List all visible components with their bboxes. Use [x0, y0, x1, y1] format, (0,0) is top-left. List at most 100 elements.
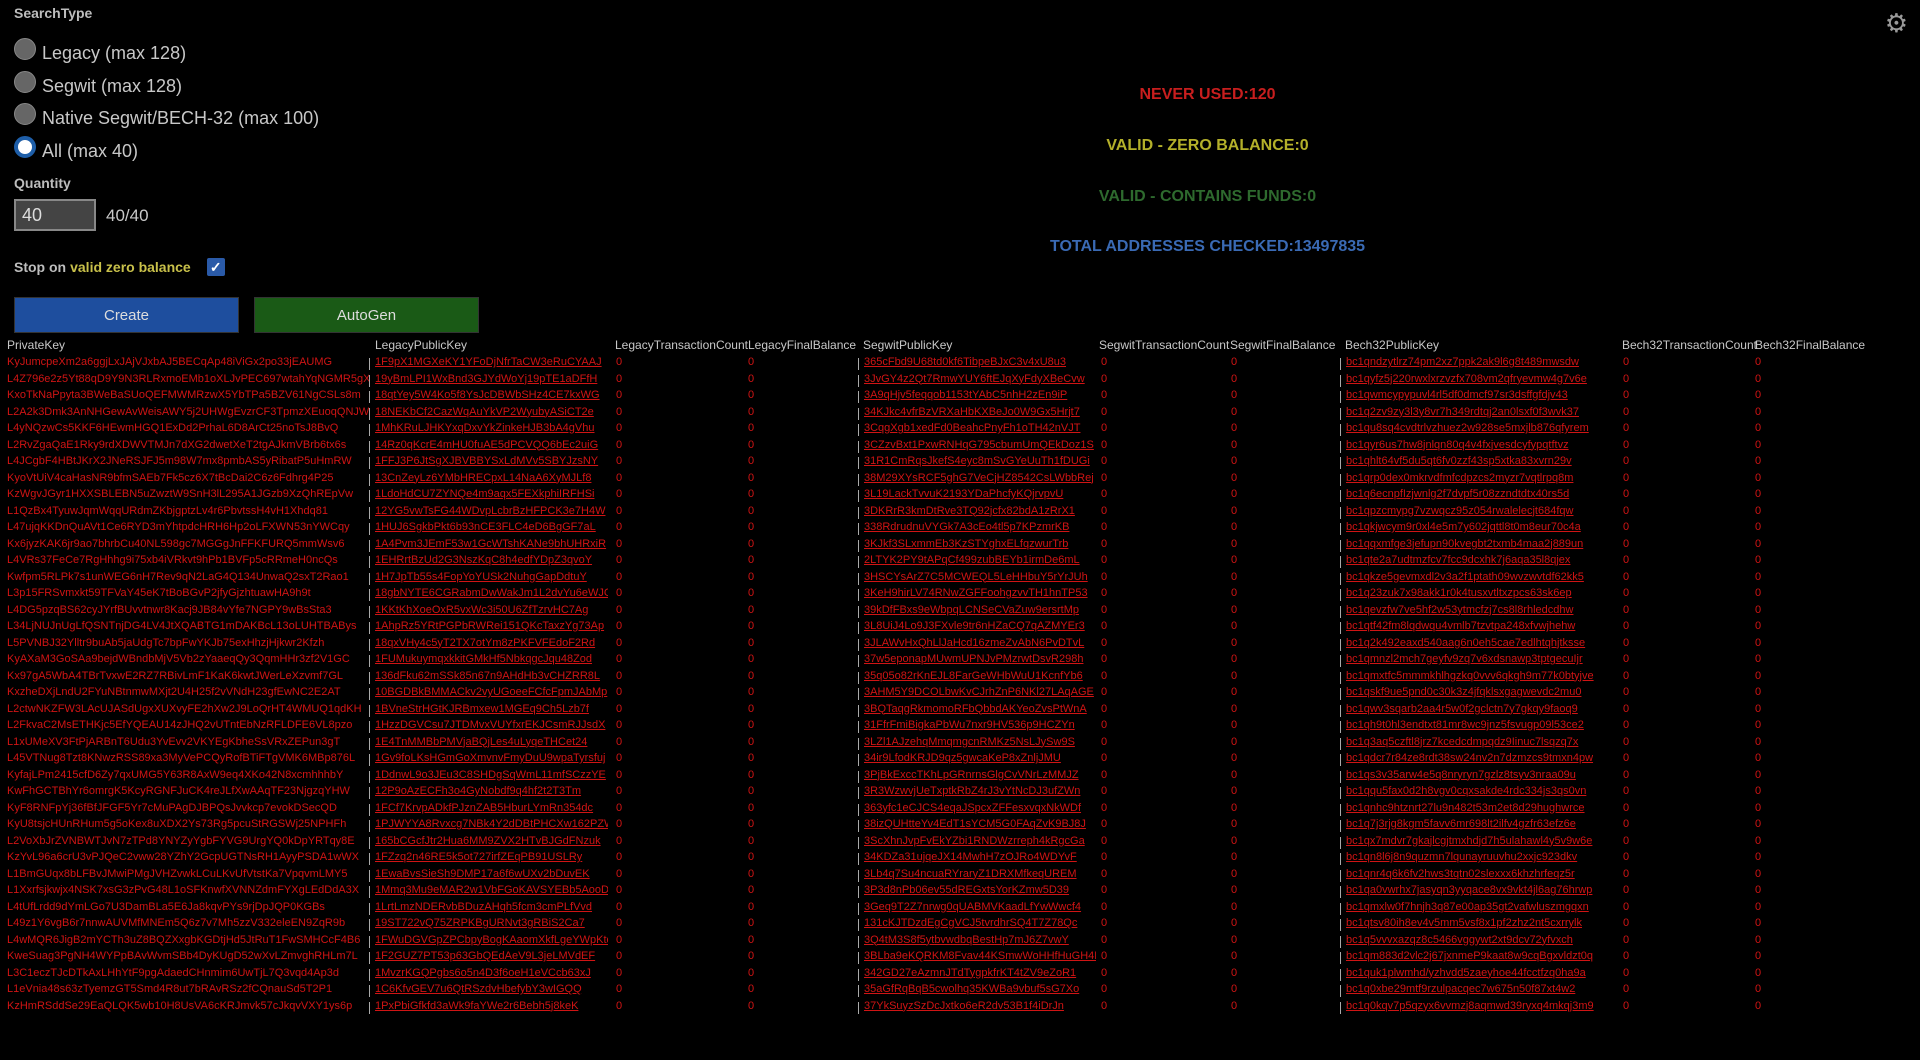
- radio-legacy[interactable]: Legacy (max 128): [14, 38, 186, 68]
- cell-legacy-public-key[interactable]: 18qtYey5W4Ko5f8YsJcDBWbSHz4CE7kxWG: [375, 389, 608, 401]
- create-button[interactable]: Create: [14, 297, 239, 333]
- cell-segwit-public-key[interactable]: 3KeH9hirLV74RNwZGFFoohgzvvTH1hnTP53: [864, 587, 1096, 599]
- cell-legacy-public-key[interactable]: 1PxPbiGfkfd3aWk9faYWe2r6Bebh5j8keK: [375, 1000, 608, 1012]
- cell-legacy-public-key[interactable]: 1FWuDGVGpZPCbpyBogKAaomXkfLgeYWpKtd: [375, 934, 608, 946]
- cell-legacy-public-key[interactable]: 1EHRrtBzUd2G3NszKqC8h4edfYDpZ3qvoY: [375, 554, 608, 566]
- cell-bech32-public-key[interactable]: bc1qdcr7r84ze8rdt38sw24nv2n7dzmzcs9tmxn4…: [1346, 752, 1620, 764]
- cell-segwit-public-key[interactable]: 3R3WzwvjUeTxptkRbZ4rJ3vYtNcDJ3ufZWn: [864, 785, 1096, 797]
- cell-bech32-public-key[interactable]: bc1q7j3rjg8kgm5favv6mr698lt2ilfv4gzfr63e…: [1346, 818, 1620, 830]
- cell-legacy-public-key[interactable]: 1MhKRuLJHKYxqDxvYkZinkeHJB3bA4gVhu: [375, 422, 608, 434]
- cell-bech32-public-key[interactable]: bc1qqu5fax0d2h8vgv0cqxsakde4rdc334js3qs0…: [1346, 785, 1620, 797]
- cell-bech32-public-key[interactable]: bc1q3aq5czftl8jrz7kcedcdmpqdz9Iinuc7lsqz…: [1346, 736, 1620, 748]
- stop-on-checkbox[interactable]: ✓: [206, 258, 225, 276]
- cell-segwit-public-key[interactable]: 2LTYK2PY9tAPqCf499zubBEYb1irmDe6mL: [864, 554, 1096, 566]
- cell-bech32-public-key[interactable]: bc1qwmcypypuvl4rl5df0dmcf97sr3dsffgfdjv4…: [1346, 389, 1620, 401]
- cell-legacy-public-key[interactable]: 136dFku62mSSk85n67n9AHdHb3vCHZRR8L: [375, 670, 608, 682]
- cell-legacy-public-key[interactable]: 1KKtKhXoeOxR5vxWc3i50U6ZfTzrvHC7Ag: [375, 604, 608, 616]
- cell-legacy-public-key[interactable]: 1F9pX1MGXeKY1YFoDjNfrTaCW3eRuCYAAJ: [375, 356, 608, 368]
- cell-legacy-public-key[interactable]: 19yBmLPI1WxBnd3GJYdWoYj19pTE1aDFfH: [375, 373, 608, 385]
- cell-legacy-public-key[interactable]: 1HzzDGVCsu7JTDMvxVUYfxrEKJCsmRJJsdX: [375, 719, 608, 731]
- cell-segwit-public-key[interactable]: 3CqgXgb1xedFd0BeahcPnyFh1oTH42nVJT: [864, 422, 1096, 434]
- cell-legacy-public-key[interactable]: 1MvzrKGQPgbs6o5n4D3f6oeH1eVCcb63xJ: [375, 967, 608, 979]
- cell-legacy-public-key[interactable]: 1FUMukuymqxkkitGMkHf5NbkqgcJqu48Zod: [375, 653, 608, 665]
- cell-segwit-public-key[interactable]: 35aGfRqBqB5cwolhq35KWBa9vbuf5sG7Xo: [864, 983, 1096, 995]
- cell-segwit-public-key[interactable]: 3AHM5Y9DCOLbwKvCJrhZnP6NKl27LAqAGE: [864, 686, 1096, 698]
- autogen-button[interactable]: AutoGen: [254, 297, 479, 333]
- radio-native-segwit-indicator[interactable]: [14, 103, 36, 125]
- cell-segwit-public-key[interactable]: 3Lb4q7Su4ncuaRYraryZ1DRXMfkeqUREM: [864, 868, 1096, 880]
- cell-segwit-public-key[interactable]: 131cKJTDzdEgCgVCJ5tvrdhrSQ4T7Z78Qc: [864, 917, 1096, 929]
- cell-segwit-public-key[interactable]: 34ir9LfodKRJD9qz5gwcaKeP8xZnljJMU: [864, 752, 1096, 764]
- cell-bech32-public-key[interactable]: bc1q2k492eaxd540aag6n0eh5cae7edlhtqhjtks…: [1346, 637, 1620, 649]
- cell-legacy-public-key[interactable]: 1EwaBvsSieSh9DMP17a6f6wUXv2bDuvEK: [375, 868, 608, 880]
- cell-bech32-public-key[interactable]: bc1qa0vwrhx7jasyqn3yyqace8vx9vkt4jl6ag76…: [1346, 884, 1620, 896]
- cell-bech32-public-key[interactable]: bc1qyr6us7hw8jnlqn80q4v4fxjvesdcyfypqtft…: [1346, 439, 1620, 451]
- cell-legacy-public-key[interactable]: 18NEKbCf2CazWqAuYkVP2WyubyASiCT2e: [375, 406, 608, 418]
- cell-bech32-public-key[interactable]: bc1qndzytlrz74pm2xz7ppk2ak9l6g8t489mwsdw: [1346, 356, 1620, 368]
- cell-segwit-public-key[interactable]: 3P3d8nPb06ev55dREGxtsYorKZmw5D39: [864, 884, 1096, 896]
- cell-bech32-public-key[interactable]: bc1qu8sq4cvdtrlvzhuez2w928se5mxjlb876qfy…: [1346, 422, 1620, 434]
- cell-segwit-public-key[interactable]: 3JvGY4z2Qt7RmwYUY6ftEJqXyFdyXBeCvw: [864, 373, 1096, 385]
- cell-segwit-public-key[interactable]: 34KDZa31ujqeJX14MwhH7zOJRo4WDYvF: [864, 851, 1096, 863]
- cell-legacy-public-key[interactable]: 1BVneStrHGtKJRBmxew1MGEq9Ch5Lzb7f: [375, 703, 608, 715]
- cell-bech32-public-key[interactable]: bc1qnr4q6k6fv2hws3tqtn02slexxx6khzhrfeqz…: [1346, 868, 1620, 880]
- radio-native-segwit[interactable]: Native Segwit/BECH-32 (max 100): [14, 103, 319, 133]
- cell-legacy-public-key[interactable]: 1AhpRz5YRtPGPbRWRei151QKcTaxzYg73Ap: [375, 620, 608, 632]
- cell-legacy-public-key[interactable]: 1C6KfvGEV7u6QtRSzdvHbefybY3wIGQQ: [375, 983, 608, 995]
- cell-bech32-public-key[interactable]: bc1qx7mdvr7gkajlcgjtmxhdjd7h5ulahawl4y5v…: [1346, 835, 1620, 847]
- cell-bech32-public-key[interactable]: bc1qpzcmypg7vzwqcz95z054rwalelecjt684fqw: [1346, 505, 1620, 517]
- cell-bech32-public-key[interactable]: bc1qqxmfge3jefupn90kvegbt2txmb4maa2j889u…: [1346, 538, 1620, 550]
- cell-segwit-public-key[interactable]: 31R1CmRqsJkefS4eyc8mSvGYeUuTh1fDUGi: [864, 455, 1096, 467]
- cell-segwit-public-key[interactable]: 342GD27eAzmnJTdTygpkfrKT4tZV9eZoR1: [864, 967, 1096, 979]
- cell-bech32-public-key[interactable]: bc1qn8l6j8n9quzmn7lqunayruuvhu2xxjc923dk…: [1346, 851, 1620, 863]
- cell-segwit-public-key[interactable]: 3L8UiJ4Lo9J3FXvle9tr6nHZaCQ7qAZMYEr3: [864, 620, 1096, 632]
- cell-bech32-public-key[interactable]: bc1qtsv80ih8ev4v5mm5vsf8x1pf2zhz2nt5cxrr…: [1346, 917, 1620, 929]
- cell-legacy-public-key[interactable]: 1Gv9foLKsHGmGoXmvnvFmyDuU9wpaTyrsfuj: [375, 752, 608, 764]
- cell-bech32-public-key[interactable]: bc1qrp0dex0mkrvdfmfcdpzcs2myzr7vqtlrpq8m: [1346, 472, 1620, 484]
- cell-segwit-public-key[interactable]: 34KJkc4vfrBzVRXaHbKXBeJo0W9Gx5Hrjt7: [864, 406, 1096, 418]
- cell-segwit-public-key[interactable]: 3JLAWvHxQhLlJaHcd16zmeZvAbN6PvDTvL: [864, 637, 1096, 649]
- cell-bech32-public-key[interactable]: bc1qnhc9htznrt27lu9n482t53m2et8d29hughwr…: [1346, 802, 1620, 814]
- cell-segwit-public-key[interactable]: 3A9qHjv5feqqob1153tYAbC5nhH2zEn9iP: [864, 389, 1096, 401]
- cell-bech32-public-key[interactable]: bc1quk1plwmhd/yzhvdd5zaeyhoe44fcctfzq0ha…: [1346, 967, 1620, 979]
- cell-bech32-public-key[interactable]: bc1qwv3sqarb2aa4r5w0f2gclctn7y7gkqy9faoq…: [1346, 703, 1620, 715]
- gear-icon[interactable]: ⚙: [1885, 8, 1908, 39]
- cell-segwit-public-key[interactable]: 3LZl1AJzehqMmqmgcnRMKz5NsLJySw9S: [864, 736, 1096, 748]
- cell-bech32-public-key[interactable]: bc1qmnzl2mch7geyfv9zq7v6xdsnawp3tptgecuI…: [1346, 653, 1620, 665]
- cell-bech32-public-key[interactable]: bc1qm883d2vlc2j67jxnmeP9kaat8w9cqBgxvldz…: [1346, 950, 1620, 962]
- cell-legacy-public-key[interactable]: 1FFJ3P6JtSgXJBVBBYSxLdMVv5SBYJzsNY: [375, 455, 608, 467]
- cell-bech32-public-key[interactable]: bc1qte2a7udtmzfcv7fcc9dcxhk7j6aqa35l8qje…: [1346, 554, 1620, 566]
- cell-legacy-public-key[interactable]: 10BGDBkBMMACkv2vyUGoeeFCfcFpmJAbMp: [375, 686, 608, 698]
- cell-segwit-public-key[interactable]: 39kDfFBxs9eWbpqLCNSeCVaZuw9ersrtMp: [864, 604, 1096, 616]
- cell-segwit-public-key[interactable]: 37w5eponapMUwmUPNJvPMzrwtDsvR298h: [864, 653, 1096, 665]
- cell-bech32-public-key[interactable]: bc1qskf9ue5pnd0c30k3z4jfqklsxgagwevdc2mu…: [1346, 686, 1620, 698]
- radio-all[interactable]: All (max 40): [14, 136, 138, 166]
- cell-segwit-public-key[interactable]: 365cFbd9U68td0kf6TibpeBJxC3v4xU8u3: [864, 356, 1096, 368]
- cell-legacy-public-key[interactable]: 1HUJ6SgkbPkt6b93nCE3FLC4eD6BgGF7aL: [375, 521, 608, 533]
- cell-legacy-public-key[interactable]: 1F2GUZ7PT53p63GbQEdAeV9L3jeLMVdEF: [375, 950, 608, 962]
- cell-segwit-public-key[interactable]: 3Q4tM3S8f5ytbvwdbqBestHp7mJ6Z7vwY: [864, 934, 1096, 946]
- cell-segwit-public-key[interactable]: 3ScXhnJvpFvEkYZbi1RNDWzrreph4kRgcGa: [864, 835, 1096, 847]
- cell-bech32-public-key[interactable]: bc1qkze5gevmxdl2v3a2f1ptath09wvzwvtdf62k…: [1346, 571, 1620, 583]
- cell-bech32-public-key[interactable]: bc1q0kqv7p5qzyx6vvmzj8aqmwd39ryxq4mkqj3m…: [1346, 1000, 1620, 1012]
- cell-legacy-public-key[interactable]: 13CnZeyLz6YMbHRECpxL14NaA6XyMJLf8: [375, 472, 608, 484]
- cell-segwit-public-key[interactable]: 31FfrFmiBigkaPbWu7nxr9HV536p9HCZYn: [864, 719, 1096, 731]
- radio-segwit[interactable]: Segwit (max 128): [14, 71, 182, 101]
- cell-legacy-public-key[interactable]: 1DdnwL9o3JEu3C8SHDgSqWmL11mfSCzzYE: [375, 769, 608, 781]
- cell-segwit-public-key[interactable]: 3CZzvBxt1PxwRNHqG795cbumUmQEkDoz1S: [864, 439, 1096, 451]
- cell-legacy-public-key[interactable]: 18gbNYTE6CGRabmDwWakJm1L2dvYu6eWJG: [375, 587, 608, 599]
- cell-legacy-public-key[interactable]: 1A4Pvm3JEmF53w1GcWTshKANe9bhUHRxiR: [375, 538, 608, 550]
- cell-segwit-public-key[interactable]: 3L19LackTvvuK2193YDaPhcfyKQjrvpvU: [864, 488, 1096, 500]
- cell-segwit-public-key[interactable]: 3PjBkExccTKhLpGRnrnsGlgCvVNrLzMMJZ: [864, 769, 1096, 781]
- cell-segwit-public-key[interactable]: 3HSCYsArZ7C5MCWEQL5LeHHbuY5rYrJUh: [864, 571, 1096, 583]
- cell-bech32-public-key[interactable]: bc1qmxlw0f7hnjh3q87e00ap35gt2vafwluszmgq…: [1346, 901, 1620, 913]
- cell-bech32-public-key[interactable]: bc1q6ecnpfIzjwnlg2f7dvpf5r08zzndtdtx40rs…: [1346, 488, 1620, 500]
- radio-segwit-indicator[interactable]: [14, 71, 36, 93]
- cell-bech32-public-key[interactable]: bc1qh9t0hl3endtxt81mr8wc9jnz5fsvugp09l53…: [1346, 719, 1620, 731]
- cell-bech32-public-key[interactable]: bc1qyfz5j220rwxlxrzvzfx708vm2qfryevmw4g7…: [1346, 373, 1620, 385]
- radio-legacy-indicator[interactable]: [14, 38, 36, 60]
- cell-segwit-public-key[interactable]: 38izQUHtteYv4EdT1sYCM5G0FAqZvK9BJ8J: [864, 818, 1096, 830]
- cell-legacy-public-key[interactable]: 1FCf7KrvpADkfPJznZAB5HburLYmRn354dc: [375, 802, 608, 814]
- cell-segwit-public-key[interactable]: 3Geq9T2Z7nrwg0qUABMVKaadLfYwWwcf4: [864, 901, 1096, 913]
- cell-legacy-public-key[interactable]: 19ST722vQ75ZRPKBgURNvt3gRBiS2Ca7: [375, 917, 608, 929]
